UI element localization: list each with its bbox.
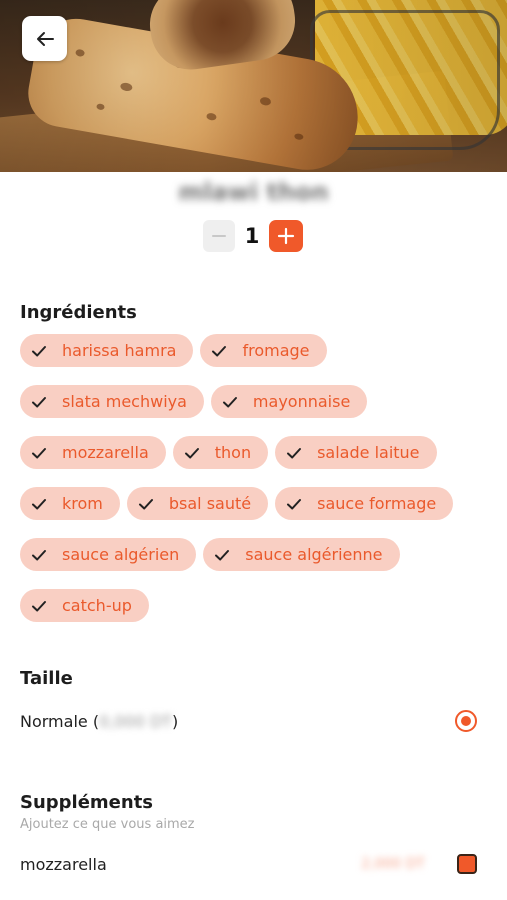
check-icon bbox=[220, 392, 240, 412]
back-button[interactable] bbox=[22, 16, 67, 61]
size-radio[interactable] bbox=[455, 710, 477, 732]
product-image bbox=[0, 0, 507, 172]
quantity-value: 1 bbox=[244, 224, 260, 248]
quantity-stepper: 1 bbox=[203, 220, 303, 252]
radio-selected-dot bbox=[461, 716, 471, 726]
size-option-price: 0,000 DT bbox=[99, 711, 173, 731]
check-icon bbox=[29, 545, 49, 565]
ingredients-title: Ingrédients bbox=[20, 302, 137, 323]
ingredient-chip-label: fromage bbox=[242, 341, 310, 360]
supplement-checkbox[interactable] bbox=[457, 854, 477, 874]
product-title: mlawi thon bbox=[178, 178, 329, 206]
ingredient-chip-label: mozzarella bbox=[62, 443, 149, 462]
check-icon bbox=[29, 341, 49, 361]
ingredient-chip[interactable]: fromage bbox=[200, 334, 327, 367]
supplement-price: 2,000 DT bbox=[361, 856, 425, 872]
supplements-title: Suppléments bbox=[20, 792, 154, 813]
check-icon bbox=[29, 494, 49, 514]
check-icon bbox=[212, 545, 232, 565]
ingredient-chip-label: sauce formage bbox=[317, 494, 437, 513]
ingredient-chip-label: harissa hamra bbox=[62, 341, 177, 360]
minus-icon bbox=[212, 235, 226, 237]
ingredient-chip-label: sauce algérienne bbox=[245, 545, 383, 564]
ingredient-chip[interactable]: harissa hamra bbox=[20, 334, 194, 367]
ingredient-chip-label: thon bbox=[214, 443, 252, 462]
ingredient-chip-label: sauce algérien bbox=[62, 545, 180, 564]
ingredient-chip[interactable]: mozzarella bbox=[20, 436, 166, 469]
plus-icon bbox=[277, 227, 295, 245]
check-icon bbox=[136, 494, 156, 514]
ingredient-chip-label: catch-up bbox=[62, 596, 132, 615]
ingredient-chip[interactable]: mayonnaise bbox=[210, 385, 368, 418]
supplement-row[interactable]: mozzarella 2,000 DT bbox=[20, 850, 477, 878]
size-option-label: Normale ( 0,000 DT ) bbox=[20, 712, 178, 731]
size-option-name: Normale ( bbox=[20, 711, 100, 731]
check-icon bbox=[29, 392, 49, 412]
ingredient-chip[interactable]: slata mechwiya bbox=[20, 385, 204, 418]
ingredient-chip[interactable]: sauce formage bbox=[275, 487, 454, 520]
increase-button[interactable] bbox=[269, 220, 303, 252]
ingredient-chip[interactable]: bsal sauté bbox=[126, 487, 269, 520]
check-icon bbox=[29, 443, 49, 463]
check-icon bbox=[182, 443, 202, 463]
ingredient-chip[interactable]: sauce algérien bbox=[20, 538, 197, 571]
size-option-normale[interactable]: Normale ( 0,000 DT ) bbox=[20, 707, 477, 735]
supplements-subtitle: Ajoutez ce que vous aimez bbox=[20, 817, 195, 832]
ingredient-chip-label: krom bbox=[62, 494, 103, 513]
ingredient-chip-label: slata mechwiya bbox=[62, 392, 187, 411]
supplement-name: mozzarella bbox=[20, 854, 107, 874]
ingredient-chip-label: bsal sauté bbox=[168, 494, 252, 513]
arrow-left-icon bbox=[36, 31, 54, 46]
check-icon bbox=[284, 443, 304, 463]
ingredient-chip[interactable]: salade laitue bbox=[275, 436, 437, 469]
ingredient-chip-list: harissa hamra fromage slata mechwiya mayonn… bbox=[20, 334, 490, 622]
check-icon bbox=[284, 494, 304, 514]
decrease-button[interactable] bbox=[203, 220, 235, 252]
ingredient-chip-label: salade laitue bbox=[317, 443, 420, 462]
check-icon bbox=[29, 596, 49, 616]
ingredient-chip-label: mayonnaise bbox=[252, 392, 351, 411]
size-title: Taille bbox=[20, 668, 73, 689]
ingredient-chip[interactable]: sauce algérienne bbox=[203, 538, 400, 571]
size-option-close: ) bbox=[172, 711, 179, 731]
ingredient-chip[interactable]: krom bbox=[20, 487, 120, 520]
ingredient-chip[interactable]: catch-up bbox=[20, 589, 149, 622]
check-icon bbox=[209, 341, 229, 361]
ingredient-chip[interactable]: thon bbox=[172, 436, 269, 469]
